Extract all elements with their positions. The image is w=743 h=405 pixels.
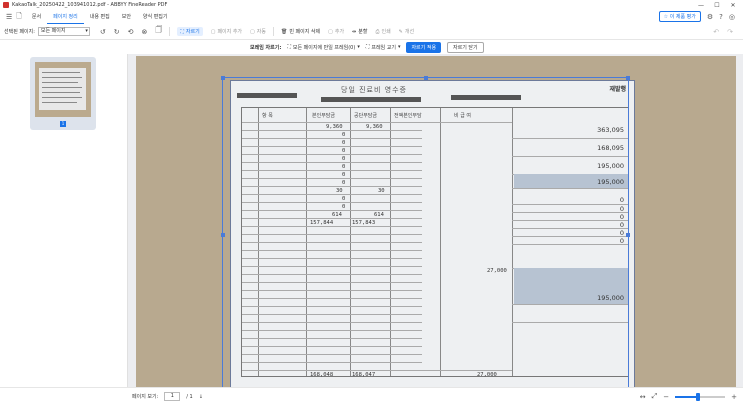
crop-handle[interactable]	[221, 76, 225, 80]
crop-apply-button[interactable]: 자르기 적용	[406, 41, 442, 53]
close-button[interactable]: ✕	[725, 2, 741, 9]
minimize-button[interactable]: —	[693, 2, 709, 9]
thumbnail-line	[42, 87, 82, 88]
frame-swap-option[interactable]: ⛶ 프레임 교기 ▾	[366, 44, 401, 51]
title-bar: KakaoTalk_20250422_103941012.pdf - ABBYY…	[0, 0, 743, 10]
page-select[interactable]: 모든 페이지	[37, 27, 90, 36]
help-icon[interactable]: ?	[719, 13, 723, 21]
menu-item-page-organize[interactable]: 페이지 정리	[47, 10, 84, 24]
page-select-label: 선택된 페이지:	[4, 29, 35, 35]
crop-bar: 모레임 자르기: ⛶ 모든 페이지에 만일 프레임(0) ▾ ⛶ 프레임 교기 …	[0, 40, 743, 54]
insert-label: 추가	[334, 29, 345, 35]
split-button[interactable]: ⇹ 분할	[352, 28, 368, 36]
history-controls: ↶ ↷	[713, 28, 733, 36]
separator	[169, 27, 171, 36]
thumbnail-line	[42, 72, 80, 73]
page-thumbnail-pane: 1	[0, 54, 128, 387]
toolbar: 선택된 페이지: 모든 페이지 ↺ ↻ ⟲ ⊗ 🗍 ⛶ 자르기 ▢ 페이지 추가…	[0, 24, 743, 40]
upgrade-label: 이 제품 평가	[669, 14, 696, 20]
improve-button[interactable]: ✎ 개선	[399, 28, 415, 36]
page-icon[interactable]: 🗍	[155, 26, 162, 37]
thumbnail-paper	[39, 68, 86, 110]
thumbnail-image	[35, 62, 91, 117]
print-button[interactable]: ⎙ 인쇄	[375, 28, 391, 36]
menu-item-security[interactable]: 보안	[116, 10, 137, 24]
auto-label: 자동	[256, 29, 266, 35]
blank-page-delete-label: 빈 페이지 삭제	[289, 29, 321, 35]
crop-label: 자르기	[185, 29, 200, 35]
window-title: KakaoTalk_20250422_103941012.pdf - ABBYY…	[12, 2, 168, 8]
apply-all-label: 모든 페이지에 만일 프레임(0)	[292, 44, 356, 51]
page-number-input[interactable]: 1	[164, 392, 181, 401]
crop-handle[interactable]	[626, 76, 630, 80]
thumbnail-line	[42, 92, 80, 93]
separator	[272, 27, 274, 36]
zoom-out-icon[interactable]: −	[663, 393, 669, 401]
page-photo: 당일 진료비 영수증 재발행 항 목 본인부담금 공단부담금 전액본인부담 비 …	[136, 56, 736, 387]
page-view-label: 페이지 보기:	[132, 394, 159, 400]
apply-all-pages-option[interactable]: ⛶ 모든 페이지에 만일 프레임(0) ▾	[287, 44, 359, 51]
undo-icon[interactable]: ⟲	[128, 28, 134, 36]
undo-arrow-icon[interactable]: ↶	[713, 28, 719, 36]
upgrade-button[interactable]: ☆ 이 제품 평가	[658, 11, 701, 22]
rotate-left-icon[interactable]: ↺	[100, 28, 106, 36]
menu-item-content-edit[interactable]: 내용 편집	[84, 10, 116, 24]
crop-handle[interactable]	[626, 233, 630, 237]
app-icon	[3, 2, 9, 8]
page-thumbnail[interactable]: 1	[30, 57, 96, 130]
thumbnail-line	[42, 82, 78, 83]
zoom-slider-fill	[675, 395, 698, 398]
fit-page-icon[interactable]: ⤢	[652, 392, 658, 401]
zoom-slider[interactable]	[675, 392, 726, 401]
settings-icon[interactable]: ⚙	[707, 13, 713, 21]
fit-width-icon[interactable]: ↔	[640, 393, 646, 401]
crop-handle[interactable]	[221, 233, 225, 237]
improve-label: 개선	[404, 29, 415, 35]
thumbnail-line	[42, 77, 82, 78]
crop-bar-label: 모레임 자르기:	[250, 44, 282, 51]
page-add-button[interactable]: ▢ 페이지 추가	[211, 28, 243, 36]
thumbnail-line	[42, 102, 77, 103]
frame-swap-label: 프레임 교기	[371, 44, 396, 51]
zoom-in-icon[interactable]: +	[731, 393, 737, 401]
status-bar: 페이지 보기: 1 / 1 ↓ ↔ ⤢ − +	[0, 387, 743, 405]
menu-item-form-editor[interactable]: 양식 편집기	[137, 10, 174, 24]
rotate-right-icon[interactable]: ↻	[114, 28, 120, 36]
insert-button[interactable]: ▢ 추가	[328, 28, 345, 36]
page-add-label: 페이지 추가	[217, 29, 243, 35]
next-page-icon[interactable]: ↓	[199, 394, 203, 400]
menu-right: ☆ 이 제품 평가 ⚙ ? ◎	[658, 11, 735, 22]
crop-close-button[interactable]: 자르기 닫기	[447, 41, 484, 53]
maximize-button[interactable]: ☐	[709, 2, 725, 9]
document-view[interactable]: 당일 진료비 영수증 재발행 항 목 본인부담금 공단부담금 전액본인부담 비 …	[128, 54, 743, 387]
hamburger-icon[interactable]: ☰	[6, 13, 12, 21]
crop-handle[interactable]	[424, 76, 428, 80]
blank-page-delete-button[interactable]: 🗑 빈 페이지 삭제	[281, 28, 321, 36]
crop-button[interactable]: ⛶ 자르기	[177, 27, 203, 36]
menu-item-document[interactable]: 문서	[26, 10, 47, 24]
crop-frame[interactable]	[221, 76, 630, 387]
zoom-slider-knob[interactable]	[695, 392, 700, 401]
window-controls: — ☐ ✕	[693, 0, 741, 10]
redo-arrow-icon[interactable]: ↷	[727, 28, 733, 36]
auto-button[interactable]: ▢ 자동	[250, 28, 266, 36]
page-count: / 1	[186, 393, 193, 400]
image-icon[interactable]: ⊗	[142, 28, 148, 36]
account-icon[interactable]: ◎	[729, 13, 735, 21]
thumbnail-line	[42, 97, 82, 98]
menu-bar: ☰ 🗋 문서 페이지 정리 내용 편집 보안 양식 편집기 ☆ 이 제품 평가 …	[0, 10, 743, 24]
print-label: 인쇄	[381, 29, 391, 35]
thumbnail-page-number: 1	[60, 121, 66, 127]
file-icon[interactable]: 🗋	[16, 12, 22, 23]
zoom-controls: ↔ ⤢ − +	[640, 392, 737, 401]
split-label: 분할	[358, 29, 368, 35]
